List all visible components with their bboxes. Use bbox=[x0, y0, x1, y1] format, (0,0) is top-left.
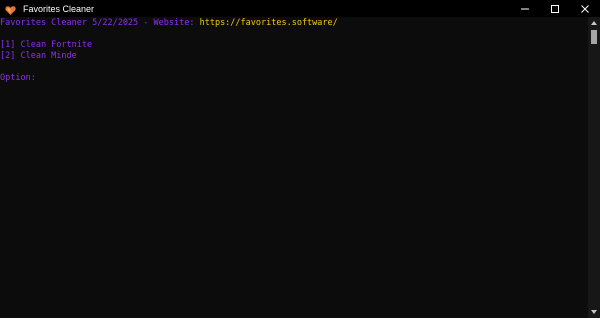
minimize-icon bbox=[521, 8, 529, 9]
title-bar[interactable]: Favorites Cleaner bbox=[0, 0, 600, 17]
maximize-button[interactable] bbox=[540, 0, 570, 17]
maximize-icon bbox=[551, 4, 559, 13]
scrollbar-thumb[interactable] bbox=[591, 30, 597, 44]
close-button[interactable] bbox=[570, 0, 600, 17]
header-line: Favorites Cleaner 5/22/2025 - Website: h… bbox=[0, 18, 588, 29]
website-url: https://favorites.software/ bbox=[199, 18, 338, 28]
vertical-scrollbar[interactable] bbox=[588, 17, 600, 318]
console-window: Favorites Cleaner Favorites Cleaner 5/22… bbox=[0, 0, 600, 318]
close-icon bbox=[581, 4, 589, 13]
console-output[interactable]: Favorites Cleaner 5/22/2025 - Website: h… bbox=[0, 17, 588, 318]
minimize-button[interactable] bbox=[510, 0, 540, 17]
header-text: Favorites Cleaner 5/22/2025 - Website: bbox=[0, 18, 200, 28]
heart-shield-icon bbox=[5, 3, 16, 15]
prompt-line: Option: bbox=[0, 73, 36, 83]
window-title: Favorites Cleaner bbox=[23, 3, 95, 14]
scroll-down-arrow-icon[interactable] bbox=[590, 308, 598, 316]
option-line-1: [1] Clean Fortnite bbox=[0, 40, 93, 50]
option-line-2: [2] Clean Minde bbox=[0, 51, 77, 61]
scroll-up-arrow-icon[interactable] bbox=[590, 19, 598, 27]
caption-buttons bbox=[510, 0, 600, 17]
